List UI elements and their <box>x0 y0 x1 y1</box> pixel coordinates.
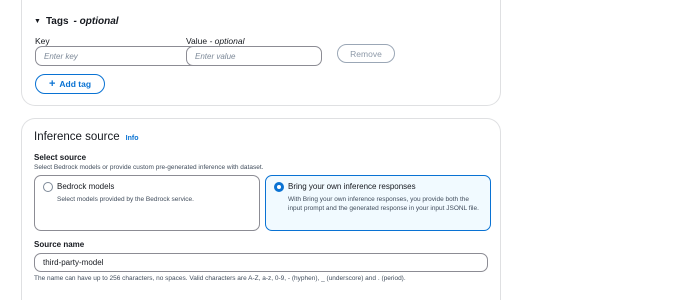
key-label: Key <box>35 36 50 46</box>
section-title: Inference source Info <box>34 131 139 143</box>
value-label-group: Value - optional <box>186 36 244 46</box>
add-tag-label: Add tag <box>59 79 92 89</box>
remove-tag-button[interactable]: Remove <box>337 44 395 63</box>
value-input[interactable] <box>186 46 322 66</box>
select-source-label: Select source <box>34 153 87 162</box>
tags-header-optional: - optional <box>73 16 119 27</box>
tile-bring-your-own[interactable]: Bring your own inference responses With … <box>265 175 491 231</box>
tags-expander[interactable]: ▼ Tags - optional <box>34 16 119 27</box>
radio-bring-your-own[interactable] <box>274 182 284 192</box>
tags-panel: ▼ Tags - optional Key Value - optional R… <box>21 0 501 106</box>
key-input[interactable] <box>35 46 201 66</box>
tile-title: Bedrock models <box>57 182 115 191</box>
source-name-label: Source name <box>34 240 85 249</box>
tile-bedrock-models[interactable]: Bedrock models Select models provided by… <box>34 175 260 231</box>
add-tag-button[interactable]: + Add tag <box>35 74 105 94</box>
source-name-input[interactable] <box>34 253 488 272</box>
value-label: Value <box>186 36 208 46</box>
info-link[interactable]: Info <box>126 135 139 142</box>
select-source-description: Select Bedrock models or provide custom … <box>34 164 264 171</box>
tile-description: With Bring your own inference responses,… <box>288 196 479 212</box>
tile-title: Bring your own inference responses <box>288 182 416 191</box>
source-name-hint: The name can have up to 256 characters, … <box>34 275 406 282</box>
radio-bedrock-models[interactable] <box>43 182 53 192</box>
caret-down-icon: ▼ <box>34 18 41 25</box>
value-label-optional: - optional <box>209 36 245 46</box>
plus-icon: + <box>48 77 56 90</box>
inference-source-title: Inference source <box>34 131 120 143</box>
inference-source-panel: Inference source Info Select source Sele… <box>21 118 501 300</box>
tile-description: Select models provided by the Bedrock se… <box>57 196 194 203</box>
tags-header-label: Tags <box>45 16 69 27</box>
